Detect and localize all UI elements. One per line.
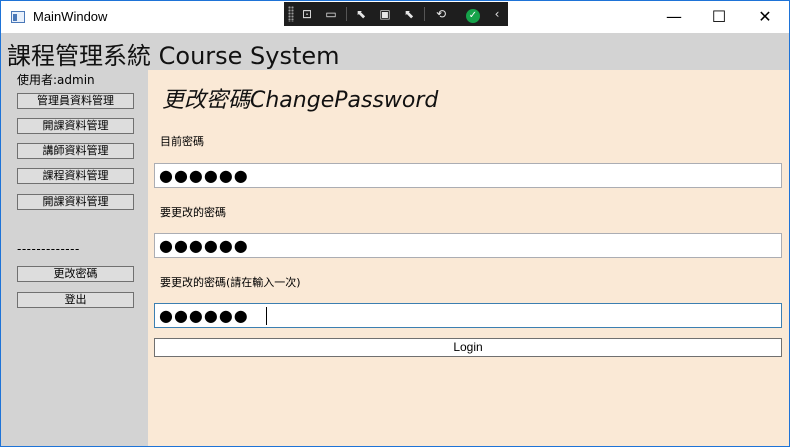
collapse-toolbar-icon[interactable]: ‹ <box>488 5 506 23</box>
current-password-value: ●●●●●● <box>159 166 249 185</box>
submit-button[interactable]: Login <box>154 338 782 357</box>
app-header: 課程管理系統 Course System <box>1 33 789 70</box>
main-window: MainWindow ⊡ ▭ ⬉ ▣ ⬉ ⟲ ✓ ‹ — ☐ ✕ 課程管理系統 … <box>0 0 790 447</box>
confirm-password-field[interactable]: ●●●●●● <box>154 303 782 328</box>
app-icon <box>11 11 25 23</box>
display-layout-adorners-icon[interactable]: ▣ <box>376 5 394 23</box>
sidebar: 使用者:admin 管理員資料管理 開課資料管理 講師資料管理 課程資料管理 開… <box>1 70 148 446</box>
window-title: MainWindow <box>33 9 108 24</box>
course-offering-button-2[interactable]: 開課資料管理 <box>17 194 134 210</box>
maximize-button[interactable]: ☐ <box>696 1 742 33</box>
admin-data-button[interactable]: 管理員資料管理 <box>17 93 134 109</box>
minimize-button[interactable]: — <box>651 1 697 33</box>
new-password-label: 要更改的密碼 <box>160 206 226 219</box>
change-password-button[interactable]: 更改密碼 <box>17 266 134 282</box>
debug-toolbar: ⊡ ▭ ⬉ ▣ ⬉ ⟲ ✓ ‹ <box>284 2 508 26</box>
title-bar[interactable]: MainWindow ⊡ ▭ ⬉ ▣ ⬉ ⟲ ✓ ‹ — ☐ ✕ <box>1 1 789 33</box>
course-offering-button[interactable]: 開課資料管理 <box>17 118 134 134</box>
confirm-password-label: 要更改的密碼(請在輸入一次) <box>160 276 301 289</box>
current-user-label: 使用者:admin <box>17 73 95 87</box>
change-password-panel: 更改密碼ChangePassword 目前密碼 ●●●●●● 要更改的密碼 ●●… <box>148 70 789 446</box>
current-password-label: 目前密碼 <box>160 135 204 148</box>
new-password-value: ●●●●●● <box>159 236 249 255</box>
close-button[interactable]: ✕ <box>742 1 788 33</box>
toolbar-separator <box>346 7 347 21</box>
text-caret <box>266 307 267 325</box>
binding-check-icon[interactable]: ✓ <box>464 5 482 23</box>
current-password-field[interactable]: ●●●●●● <box>154 163 782 188</box>
track-focus-icon[interactable]: ⬉ <box>400 5 418 23</box>
select-element-icon[interactable]: ⬉ <box>352 5 370 23</box>
confirm-password-value: ●●●●●● <box>159 306 249 325</box>
live-tree-icon[interactable]: ⊡ <box>298 5 316 23</box>
course-data-button[interactable]: 課程資料管理 <box>17 168 134 184</box>
new-password-field[interactable]: ●●●●●● <box>154 233 782 258</box>
record-icon[interactable]: ▭ <box>322 5 340 23</box>
page-title: 更改密碼ChangePassword <box>162 88 439 113</box>
app-title: 課程管理系統 Course System <box>7 42 340 70</box>
hot-reload-icon[interactable]: ⟲ <box>432 5 450 23</box>
toolbar-separator <box>424 7 425 21</box>
instructor-data-button[interactable]: 講師資料管理 <box>17 143 134 159</box>
sidebar-divider: ------------- <box>17 242 80 256</box>
toolbar-grip-icon[interactable] <box>288 6 294 22</box>
logout-button[interactable]: 登出 <box>17 292 134 308</box>
